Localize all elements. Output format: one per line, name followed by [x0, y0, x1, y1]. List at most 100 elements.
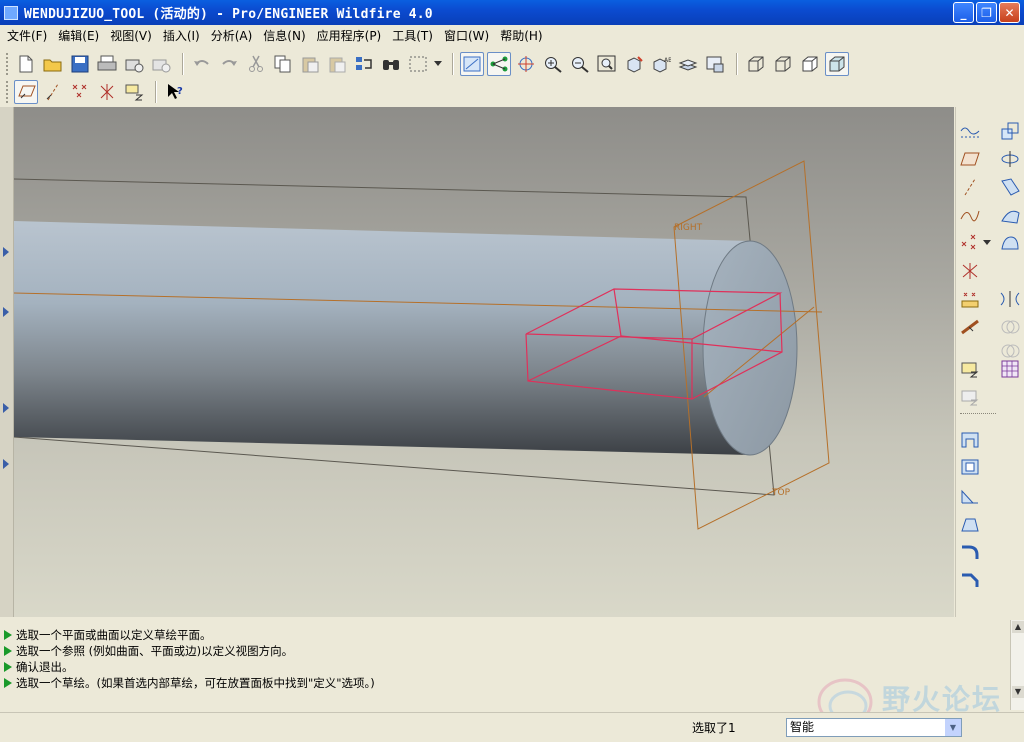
redo-icon[interactable]: [217, 52, 241, 76]
print-icon[interactable]: [95, 52, 119, 76]
sketch-tool-icon[interactable]: [958, 119, 982, 143]
send-mail-icon[interactable]: [122, 52, 146, 76]
menu-help[interactable]: 帮助(H): [497, 27, 550, 44]
expand-arrow-icon[interactable]: [3, 459, 9, 469]
analysis-feature-icon[interactable]: [958, 287, 982, 311]
draft-tool-icon[interactable]: [958, 511, 982, 535]
shading-icon[interactable]: [825, 52, 849, 76]
menu-view[interactable]: 视图(V): [107, 27, 160, 44]
round-tool-icon[interactable]: [958, 539, 982, 563]
pattern-tool-icon[interactable]: [998, 357, 1022, 381]
send-link-icon[interactable]: [149, 52, 173, 76]
mirror-tool-icon[interactable]: [998, 287, 1022, 311]
restore-button[interactable]: ❐: [976, 2, 997, 23]
revolve-tool-icon[interactable]: [998, 147, 1022, 171]
save-icon[interactable]: [68, 52, 92, 76]
main-toolbar: AB: [0, 50, 1024, 78]
expand-arrow-icon[interactable]: [3, 307, 9, 317]
zoom-in-icon[interactable]: [541, 52, 565, 76]
toolbar-gripper[interactable]: [6, 81, 10, 103]
boundary-blend-icon[interactable]: [998, 231, 1022, 255]
selection-box-icon[interactable]: [406, 52, 430, 76]
view-manager-icon[interactable]: [703, 52, 727, 76]
selection-filter-dropdown[interactable]: 智能 ▼: [786, 718, 962, 737]
scroll-down-icon[interactable]: ▼: [1012, 686, 1024, 698]
menu-window[interactable]: 窗口(W): [441, 27, 497, 44]
find-binoculars-icon[interactable]: [379, 52, 403, 76]
datum-curve-tool-icon[interactable]: [958, 203, 982, 227]
menu-tools[interactable]: 工具(T): [389, 27, 441, 44]
scroll-up-icon[interactable]: ▲: [1012, 621, 1024, 633]
menu-insert[interactable]: 插入(I): [160, 27, 208, 44]
datum-axis-tool-icon[interactable]: [958, 175, 982, 199]
annotation-feature-icon[interactable]: [958, 385, 982, 409]
hidden-line-icon[interactable]: [771, 52, 795, 76]
annotation-display-icon[interactable]: [122, 80, 146, 104]
paste-icon[interactable]: [298, 52, 322, 76]
selection-filter-value: 智能: [790, 720, 815, 734]
menu-edit[interactable]: 编辑(E): [55, 27, 107, 44]
coordinate-system-display-icon[interactable]: [95, 80, 119, 104]
datum-axis-icon[interactable]: [487, 52, 511, 76]
message-scrollbar[interactable]: ▲ ▼: [1010, 620, 1024, 710]
blend-tool-icon[interactable]: [998, 203, 1022, 227]
model-viewport[interactable]: RIGHT TOP: [14, 107, 954, 617]
datum-label-right: RIGHT: [674, 223, 703, 233]
scale-model-icon[interactable]: [998, 119, 1022, 143]
toolbar-separator: [736, 53, 738, 75]
chevron-down-icon[interactable]: [433, 52, 443, 76]
context-help-icon[interactable]: ?: [163, 80, 187, 104]
saved-views-icon[interactable]: AB: [649, 52, 673, 76]
arrow-right-icon: [4, 646, 12, 656]
regenerate-icon[interactable]: [352, 52, 376, 76]
menu-applications[interactable]: 应用程序(P): [314, 27, 390, 44]
no-hidden-icon[interactable]: [798, 52, 822, 76]
merge-tool-icon[interactable]: [998, 315, 1022, 339]
datum-axis-display-icon[interactable]: [41, 80, 65, 104]
minimize-button[interactable]: _: [953, 2, 974, 23]
extend-tool-icon[interactable]: [958, 315, 982, 339]
open-folder-icon[interactable]: [41, 52, 65, 76]
message-line: 选取一个平面或曲面以定义草绘平面。: [4, 627, 1006, 643]
window-title: WENDUJIZUO_TOOL (活动的) - Pro/ENGINEER Wil…: [24, 7, 433, 22]
model-tree-rail[interactable]: [0, 107, 14, 617]
wireframe-icon[interactable]: [744, 52, 768, 76]
refit-icon[interactable]: [595, 52, 619, 76]
toolbar-separator: [452, 53, 454, 75]
copy-icon[interactable]: [271, 52, 295, 76]
menu-file[interactable]: 文件(F): [4, 27, 55, 44]
arrow-right-icon: [4, 678, 12, 688]
cylinder-body[interactable]: [14, 221, 798, 456]
toolbar-gripper[interactable]: [6, 53, 10, 75]
datum-point-display-icon[interactable]: [68, 80, 92, 104]
cut-icon[interactable]: [244, 52, 268, 76]
datum-plane-tool-icon[interactable]: [958, 147, 982, 171]
chevron-down-icon[interactable]: [982, 231, 992, 255]
zoom-out-icon[interactable]: [568, 52, 592, 76]
chevron-down-icon[interactable]: ▼: [945, 719, 961, 736]
coordinate-system-tool-icon[interactable]: [958, 259, 982, 283]
undo-icon[interactable]: [190, 52, 214, 76]
new-file-icon[interactable]: [14, 52, 38, 76]
datum-plane-display-icon[interactable]: [14, 80, 38, 104]
datum-display-icon[interactable]: [460, 52, 484, 76]
layers-icon[interactable]: [676, 52, 700, 76]
extrude-tool-icon[interactable]: [958, 357, 982, 381]
reorient-icon[interactable]: [622, 52, 646, 76]
menu-analysis[interactable]: 分析(A): [208, 27, 261, 44]
expand-arrow-icon[interactable]: [3, 247, 9, 257]
expand-arrow-icon[interactable]: [3, 403, 9, 413]
datum-point-tool-icon[interactable]: [958, 231, 982, 255]
rib-tool-icon[interactable]: [958, 483, 982, 507]
shell-tool-icon[interactable]: [958, 455, 982, 479]
graphics-window[interactable]: RIGHT TOP: [14, 107, 954, 617]
title-bar: WENDUJIZUO_TOOL (活动的) - Pro/ENGINEER Wil…: [0, 0, 1024, 25]
close-button[interactable]: ✕: [999, 2, 1020, 23]
chamfer-tool-icon[interactable]: [958, 567, 982, 591]
sweep-tool-icon[interactable]: [998, 175, 1022, 199]
paste-special-icon[interactable]: [325, 52, 349, 76]
hole-tool-icon[interactable]: [958, 427, 982, 451]
message-area: 选取一个平面或曲面以定义草绘平面。 选取一个参照 (例如曲面、平面或边)以定义视…: [0, 620, 1010, 712]
spin-center-icon[interactable]: [514, 52, 538, 76]
menu-info[interactable]: 信息(N): [260, 27, 313, 44]
